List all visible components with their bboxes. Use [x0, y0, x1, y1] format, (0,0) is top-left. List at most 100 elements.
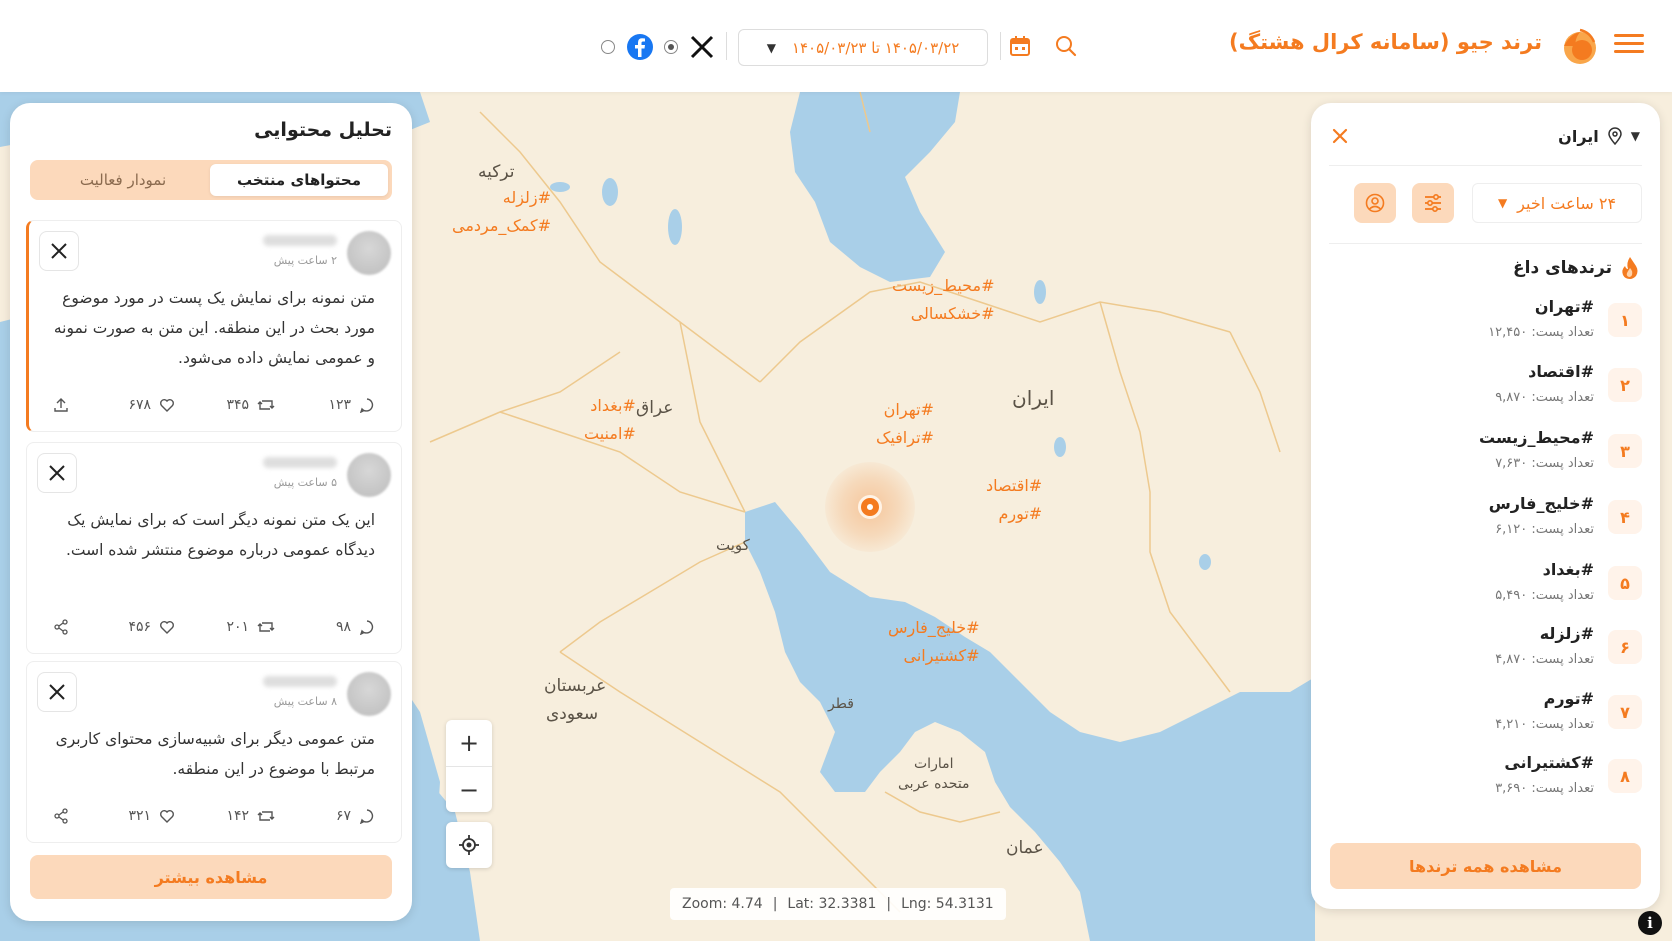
divider — [1329, 165, 1642, 166]
heart-icon — [160, 399, 174, 412]
trend-item[interactable]: ۳ #محیط_زیست تعداد پست: ۷,۶۳۰ — [1322, 428, 1642, 484]
time-range-select[interactable]: ۲۴ ساعت اخیر ▼ — [1472, 183, 1642, 223]
panel-title: تحلیل محتوایی — [254, 119, 392, 141]
lat-readout: Lat: 32.3381 — [787, 896, 877, 912]
like-button[interactable]: ۴۵۶ — [128, 619, 175, 635]
user-filter-button[interactable] — [1354, 183, 1396, 223]
map-tag-env[interactable]: #محیط_زیست — [892, 272, 994, 300]
upload-icon — [54, 398, 68, 412]
map-label-turkey: ترکیه — [478, 162, 515, 182]
map-tag-turkey: #زلزله #کمک_مردمی — [452, 184, 551, 240]
map-tag-economy[interactable]: #اقتصاد — [986, 472, 1042, 500]
reply-button[interactable]: ۹۸ — [336, 619, 375, 635]
retweet-count: ۳۴۵ — [226, 397, 249, 413]
info-icon[interactable]: i — [1638, 911, 1662, 935]
trend-rank: ۷ — [1608, 695, 1642, 729]
reply-count: ۶۷ — [335, 808, 351, 824]
facebook-source-radio[interactable] — [601, 40, 615, 54]
map-tag-tehran-group: #تهران #ترافیک — [876, 396, 934, 452]
username-blurred — [263, 457, 337, 468]
map-label-iran: ایران — [1012, 386, 1055, 410]
username-blurred — [263, 676, 337, 687]
trend-name: #تهران — [1534, 297, 1594, 316]
calendar-button[interactable] — [1004, 30, 1036, 62]
x-icon[interactable] — [688, 33, 716, 61]
zoom-out-button[interactable]: − — [446, 766, 492, 812]
logo-icon — [1564, 28, 1596, 64]
trend-item[interactable]: ۷ #تورم تعداد پست: ۴,۲۱۰ — [1322, 689, 1642, 745]
map-tag-shipping[interactable]: #کشتیرانی — [888, 642, 980, 670]
retweet-count: ۱۴۲ — [226, 808, 249, 824]
tehran-hotspot-marker[interactable] — [825, 462, 915, 552]
time-range-value: ۲۴ ساعت اخیر — [1517, 193, 1617, 213]
post-time: ۸ ساعت پیش — [273, 695, 337, 708]
reply-button[interactable]: ۱۲۳ — [328, 397, 375, 413]
post-text: متن عمومی دیگر برای شبیه‌سازی محتوای کار… — [55, 730, 375, 778]
post-card[interactable]: ۲ ساعت پیش متن نمونه برای نمایش یک پست د… — [26, 220, 402, 432]
locate-button[interactable] — [446, 822, 492, 868]
x-icon[interactable] — [37, 672, 77, 712]
zoom-in-button[interactable]: + — [446, 720, 492, 766]
avatar — [347, 453, 391, 497]
trend-item[interactable]: ۸ #کشتیرانی تعداد پست: ۳,۶۹۰ — [1322, 753, 1642, 809]
map-tag-security[interactable]: #امنیت — [584, 420, 636, 448]
retweet-button[interactable]: ۱۴۲ — [226, 808, 275, 824]
map-tag-earthquake[interactable]: #زلزله — [452, 184, 551, 212]
upload-button[interactable] — [53, 397, 69, 413]
like-count: ۶۷۸ — [128, 397, 151, 413]
reply-count: ۹۸ — [335, 619, 351, 635]
trend-item[interactable]: ۲ #اقتصاد تعداد پست: ۹,۸۷۰ — [1322, 362, 1642, 418]
user-circle-icon — [1365, 193, 1385, 213]
map-tag-traffic[interactable]: #ترافیک — [876, 424, 934, 452]
search-button[interactable] — [1050, 30, 1082, 62]
trend-count: تعداد پست: ۴,۸۷۰ — [1495, 652, 1594, 667]
map-tag-drought[interactable]: #خشکسالی — [892, 300, 995, 328]
trend-item[interactable]: ۴ #خلیج_فارس تعداد پست: ۶,۱۲۰ — [1322, 494, 1642, 550]
map-tag-public-aid[interactable]: #کمک_مردمی — [452, 212, 551, 240]
trend-item[interactable]: ۱ #تهران تعداد پست: ۱۲,۴۵۰ — [1322, 297, 1642, 353]
like-button[interactable]: ۶۷۸ — [128, 397, 175, 413]
location-value: ایران — [1558, 126, 1599, 146]
map-tag-tehran[interactable]: #تهران — [876, 396, 934, 424]
retweet-button[interactable]: ۲۰۱ — [226, 619, 275, 635]
close-button[interactable] — [1323, 119, 1357, 153]
share-button[interactable] — [53, 808, 69, 824]
trend-count: تعداد پست: ۳,۶۹۰ — [1495, 781, 1594, 796]
post-card[interactable]: ۵ ساعت پیش این یک متن نمونه دیگر است که … — [26, 442, 402, 654]
trend-rank: ۳ — [1608, 434, 1642, 468]
trend-item[interactable]: ۶ #زلزله تعداد پست: ۴,۸۷۰ — [1322, 624, 1642, 680]
reply-button[interactable]: ۶۷ — [336, 808, 375, 824]
location-select[interactable]: ▼ ایران — [1558, 123, 1640, 149]
reply-count: ۱۲۳ — [328, 397, 351, 413]
map-tag-baghdad-group: #بغداد #امنیت — [584, 392, 636, 448]
map-tag-baghdad[interactable]: #بغداد — [584, 392, 636, 420]
tab-activity-chart[interactable]: نمودار فعالیت — [34, 164, 212, 196]
hamburger-icon[interactable] — [1614, 32, 1644, 56]
trend-rank: ۸ — [1608, 759, 1642, 793]
trend-item[interactable]: ۵ #بغداد تعداد پست: ۵,۴۹۰ — [1322, 560, 1642, 616]
x-icon[interactable] — [37, 453, 77, 493]
coord-separator: | — [772, 896, 778, 912]
avatar — [347, 672, 391, 716]
view-all-trends-button[interactable]: مشاهده همه ترندها — [1330, 843, 1641, 889]
filter-button[interactable] — [1412, 183, 1454, 223]
x-source-radio[interactable] — [664, 40, 678, 54]
like-button[interactable]: ۳۲۱ — [128, 808, 175, 824]
x-icon[interactable] — [39, 231, 79, 271]
share-button[interactable] — [53, 619, 69, 635]
post-card[interactable]: ۸ ساعت پیش متن عمومی دیگر برای شبیه‌سازی… — [26, 661, 402, 843]
date-range-select[interactable]: ۱۴۰۵/۰۳/۲۲ تا ۱۴۰۵/۰۳/۲۳ ▼ — [738, 29, 988, 66]
trend-rank: ۴ — [1608, 500, 1642, 534]
trend-count: تعداد پست: ۵,۴۹۰ — [1495, 588, 1594, 603]
trend-name: #خلیج_فارس — [1488, 494, 1594, 513]
map-tag-inflation[interactable]: #تورم — [986, 500, 1042, 528]
heart-icon — [160, 810, 174, 823]
map-tag-persian-gulf[interactable]: #خلیج_فارس — [888, 614, 980, 642]
like-count: ۴۵۶ — [128, 619, 151, 635]
retweet-count: ۲۰۱ — [226, 619, 249, 635]
retweet-button[interactable]: ۳۴۵ — [226, 397, 275, 413]
facebook-icon[interactable] — [626, 33, 654, 61]
tab-selected-content[interactable]: محتواهای منتخب — [210, 164, 388, 196]
sliders-icon — [1425, 194, 1441, 212]
view-more-button[interactable]: مشاهده بیشتر — [30, 855, 392, 899]
